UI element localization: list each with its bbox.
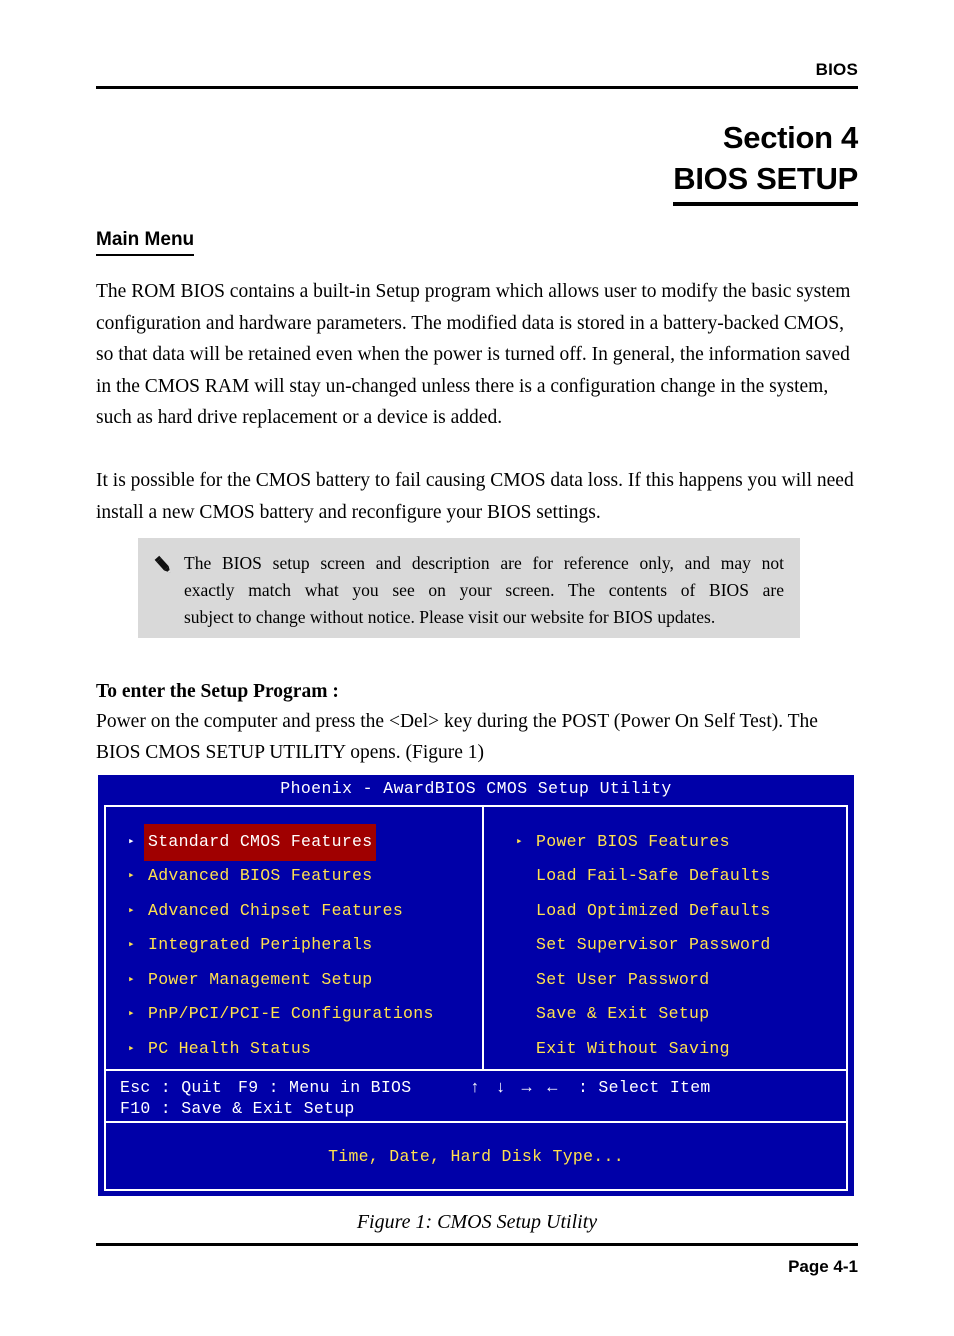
bios-title-bar: Phoenix - AwardBIOS CMOS Setup Utility: [280, 779, 672, 798]
note-text: The BIOS setup screen and description ar…: [180, 550, 784, 631]
header-chapter-label: BIOS: [815, 60, 858, 79]
bios-menu-item-set-user-password[interactable]: Set User Password: [516, 963, 846, 998]
bios-menu-item-set-supervisor-password[interactable]: Set Supervisor Password: [516, 929, 846, 964]
bios-menu-item-pc-health-status[interactable]: ▸ PC Health Status: [106, 1032, 482, 1067]
arrow-keys-icon: ↑ ↓ → ←: [470, 1078, 561, 1097]
bios-menu-item-label: Advanced BIOS Features: [148, 866, 373, 885]
bios-menu-area: ▸ Standard CMOS Features ▸ Advanced BIOS…: [106, 807, 846, 1069]
bios-menu-item-label: Set Supervisor Password: [536, 935, 771, 954]
bios-menu-item-label: PC Health Status: [148, 1038, 312, 1058]
figure-caption: Figure 1: CMOS Setup Utility: [356, 1211, 598, 1233]
triangle-marker-icon: ▸: [128, 904, 135, 917]
bios-menu-item-label: Advanced Chipset Features: [148, 900, 404, 920]
section-title-block: Section 4 BIOS SETUP: [96, 118, 858, 206]
bios-menu-item-label: Load Optimized Defaults: [536, 900, 771, 920]
triangle-marker-icon: ▸: [128, 939, 135, 952]
triangle-marker-icon: ▸: [128, 973, 135, 986]
triangle-marker-icon: ▸: [128, 1008, 135, 1021]
bios-menu-item-label: Set User Password: [536, 969, 710, 989]
bios-menu-item-label: Standard CMOS Features: [144, 823, 377, 861]
bios-menu-item-label: Power Management Setup: [148, 969, 373, 989]
bios-menu-item-label: Save & Exit Setup: [536, 1004, 710, 1023]
bios-help-line-1: Esc : Quit F9 : Menu in BIOS ↑ ↓ → ← : Sele…: [106, 1077, 846, 1098]
bios-menu-item-exit-without-saving[interactable]: Exit Without Saving: [516, 1032, 846, 1067]
note-line-2: exactly match what you see on your scree…: [184, 580, 784, 600]
bios-menu-item-label: Load Fail-Safe Defaults: [536, 866, 771, 885]
section-name-underline: [673, 202, 858, 206]
note-line-3: subject to change without notice. Please…: [184, 607, 716, 627]
triangle-marker-icon: ▸: [128, 870, 135, 883]
help-select-item: : Select Item: [578, 1078, 711, 1097]
help-key-f9: F9 : Menu in BIOS: [238, 1078, 412, 1097]
bios-setup-screen: Phoenix - AwardBIOS CMOS Setup Utility ▸…: [96, 773, 856, 1198]
main-menu-heading: Main Menu: [96, 228, 195, 256]
intro-paragraph-1: The ROM BIOS contains a built-in Setup p…: [96, 281, 851, 428]
header-divider-rule: [96, 86, 858, 89]
page-header: BIOS: [96, 60, 858, 89]
bios-help-bar: Esc : Quit F9 : Menu in BIOS ↑ ↓ → ← : Sele…: [106, 1069, 846, 1121]
help-key-f10: F10 : Save & Exit Setup: [120, 1099, 355, 1118]
bios-menu-item-advanced-chipset-features[interactable]: ▸ Advanced Chipset Features: [106, 894, 482, 929]
setup-program-paragraph: Power on the computer and press the <Del…: [96, 711, 818, 763]
bios-menu-item-label: PnP/PCI/PCI-E Configurations: [148, 1004, 434, 1023]
section-number: Section 4: [722, 120, 858, 155]
triangle-marker-icon: ▸: [128, 835, 135, 848]
bios-menu-item-label: Integrated Peripherals: [148, 935, 373, 954]
bios-menu-column-right: ▸ Power BIOS Features Load Fail-Safe Def…: [484, 807, 846, 1069]
bios-menu-item-advanced-bios-features[interactable]: ▸ Advanced BIOS Features: [106, 860, 482, 895]
section-name: BIOS SETUP: [673, 161, 858, 196]
bios-menu-item-load-optimized-defaults[interactable]: Load Optimized Defaults: [516, 894, 846, 929]
bios-menu-item-integrated-peripherals[interactable]: ▸ Integrated Peripherals: [106, 929, 482, 964]
bios-status-bar: Time, Date, Hard Disk Type...: [106, 1121, 846, 1189]
bios-inner-frame: ▸ Standard CMOS Features ▸ Advanced BIOS…: [104, 805, 848, 1191]
triangle-marker-icon: ▸: [128, 1042, 135, 1055]
page-footer: Page 4-1: [96, 1243, 858, 1278]
setup-program-heading: To enter the Setup Program :: [96, 681, 339, 702]
bios-menu-item-standard-cmos-features[interactable]: ▸ Standard CMOS Features: [106, 823, 482, 861]
bios-status-text: Time, Date, Hard Disk Type...: [328, 1146, 624, 1166]
bios-menu-item-pnp-pci-configurations[interactable]: ▸ PnP/PCI/PCI-E Configurations: [106, 998, 482, 1033]
main-menu-heading-text: Main Menu: [96, 229, 195, 250]
bios-menu-item-label: Exit Without Saving: [536, 1038, 730, 1058]
bios-menu-item-save-and-exit-setup[interactable]: Save & Exit Setup: [516, 998, 846, 1033]
pencil-icon: [150, 550, 180, 583]
section-name-wrap: BIOS SETUP: [673, 159, 858, 206]
bios-help-line-2: F10 : Save & Exit Setup: [106, 1098, 846, 1119]
intro-paragraph-2: It is possible for the CMOS battery to f…: [96, 470, 854, 523]
page-number-label: Page 4-1: [788, 1257, 858, 1276]
main-menu-heading-underline: [96, 254, 195, 256]
bios-menu-item-power-management-setup[interactable]: ▸ Power Management Setup: [106, 963, 482, 998]
bios-menu-item-power-bios-features[interactable]: ▸ Power BIOS Features: [516, 825, 846, 860]
note-callout-box: The BIOS setup screen and description ar…: [138, 538, 800, 638]
bios-menu-column-left: ▸ Standard CMOS Features ▸ Advanced BIOS…: [106, 807, 484, 1069]
bios-menu-item-label: Power BIOS Features: [536, 831, 730, 851]
note-line-1: The BIOS setup screen and description ar…: [184, 553, 784, 573]
help-key-esc: Esc : Quit: [120, 1078, 223, 1097]
triangle-marker-icon: ▸: [516, 835, 523, 848]
bios-menu-item-load-fail-safe-defaults[interactable]: Load Fail-Safe Defaults: [516, 860, 846, 895]
